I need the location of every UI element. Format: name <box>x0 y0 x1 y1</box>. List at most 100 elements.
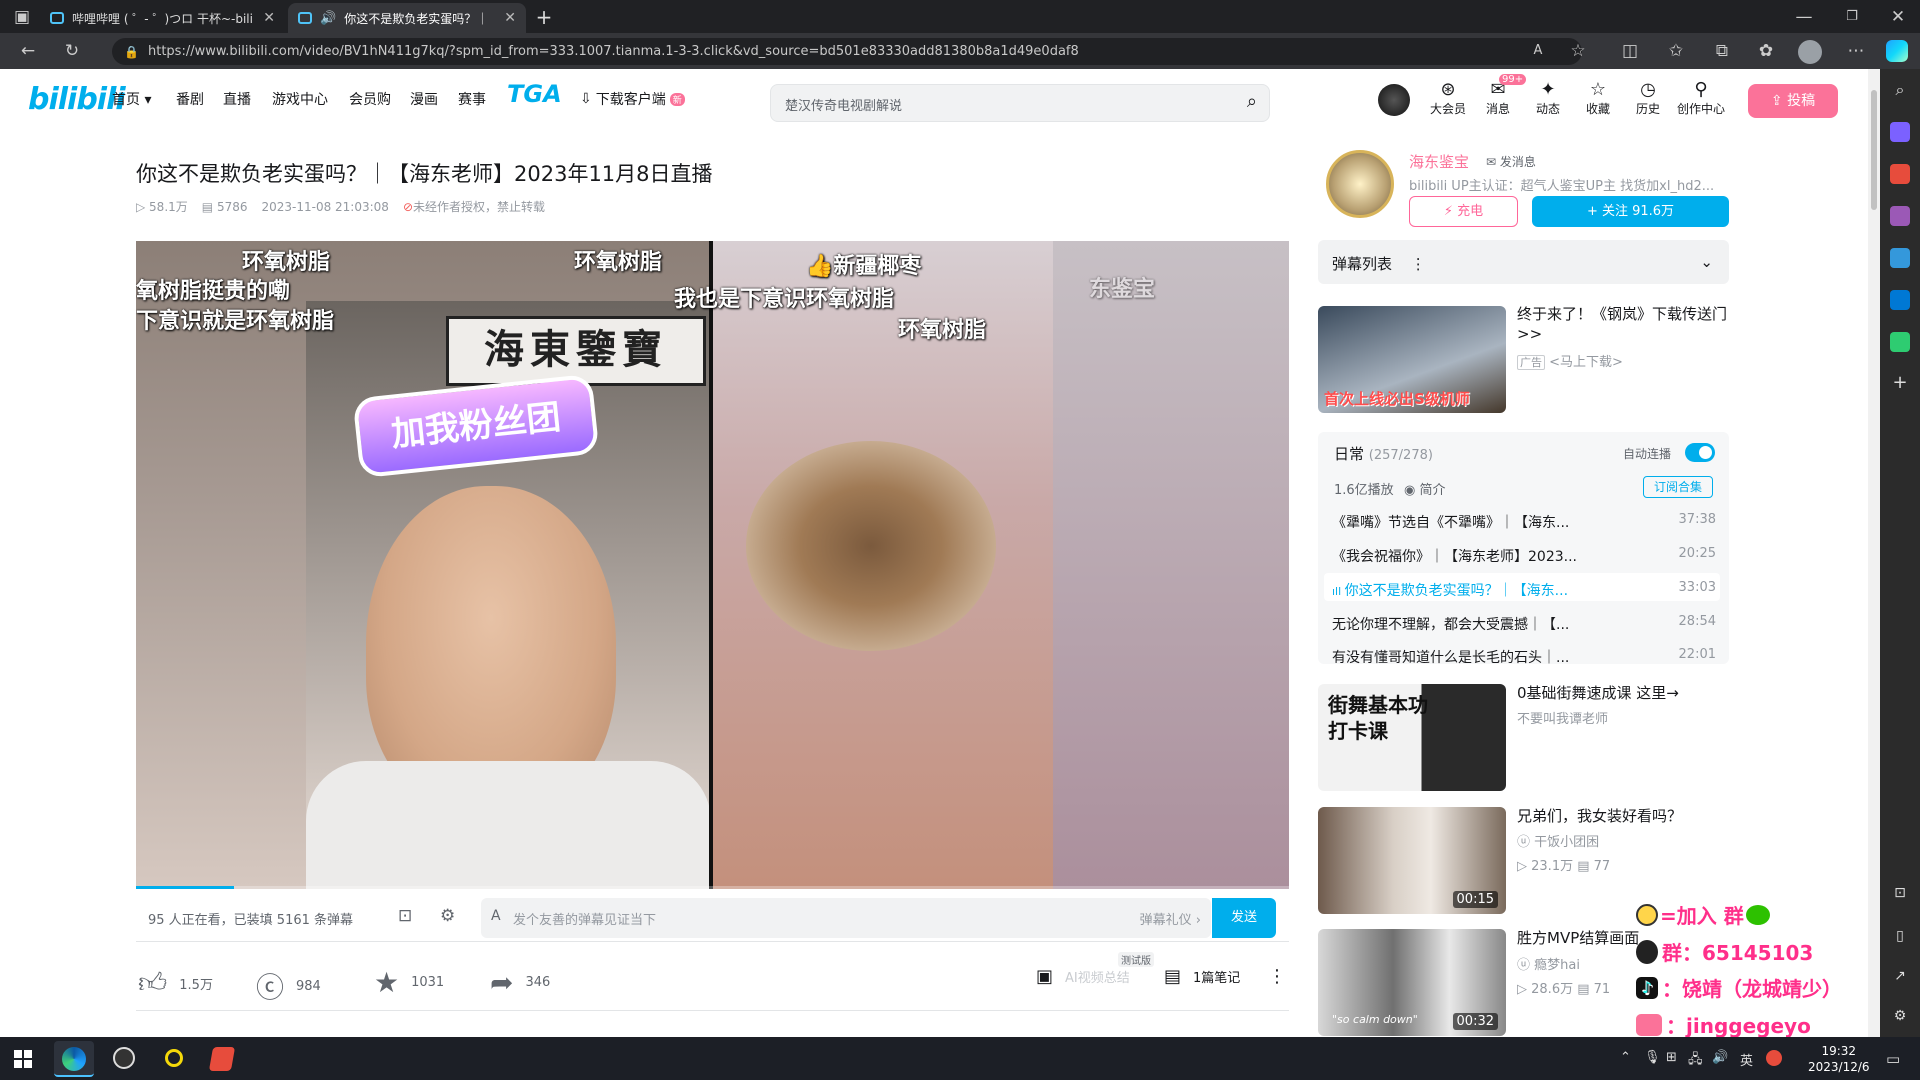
rec-title[interactable]: 兄弟们，我女装好看吗？ <box>1517 806 1732 826</box>
maximize-button[interactable]: ❐ <box>1838 3 1866 31</box>
download-client-link[interactable]: ⇩ 下载客户端 新 <box>580 89 685 109</box>
danmaku-list-toggle[interactable]: 弹幕列表 ⋮ ⌄ <box>1318 240 1729 284</box>
copilot-icon[interactable] <box>1886 40 1908 62</box>
font-style-icon[interactable]: A <box>491 908 501 924</box>
sidebar-app-icon[interactable] <box>1890 122 1910 142</box>
favorite-star-icon[interactable]: ☆ <box>1564 37 1592 65</box>
charge-button[interactable]: ⚡ 充电 <box>1409 196 1518 227</box>
rec-title[interactable]: 0基础街舞速成课 这里→ <box>1517 683 1732 703</box>
page-scrollbar[interactable] <box>1868 69 1880 1037</box>
taskbar-app[interactable] <box>154 1041 194 1077</box>
coin-button[interactable]: ⓒ 984 <box>256 966 321 1006</box>
tab-bilibili-home[interactable]: 哔哩哔哩 ( ゜- ゜)つロ 干杯~-bilili ✕ <box>40 3 285 33</box>
screenshot-icon[interactable]: ⊡ <box>1890 885 1910 905</box>
hide-sidebar-icon[interactable]: ▯ <box>1890 928 1910 948</box>
ime-indicator[interactable]: 英 <box>1740 1050 1753 1069</box>
settings-gear-icon[interactable]: ⚙ <box>1890 1008 1910 1028</box>
collections-icon[interactable]: ⧉ <box>1708 37 1736 65</box>
header-history[interactable]: ◷ 历史 <box>1623 80 1673 117</box>
url-field[interactable]: 🔒 https://www.bilibili.com/video/BV1hN41… <box>112 38 1582 65</box>
minimize-button[interactable]: — <box>1790 3 1818 31</box>
close-window-button[interactable]: ✕ <box>1884 3 1912 31</box>
notes-button[interactable]: ▤ 1篇笔记 <box>1164 966 1240 987</box>
drop-icon[interactable] <box>1890 332 1910 352</box>
new-tab-button[interactable]: + <box>530 3 558 31</box>
favorites-icon[interactable]: ✩ <box>1662 37 1690 65</box>
more-menu-icon[interactable]: ⋯ <box>1842 37 1870 65</box>
danmaku-etiquette-link[interactable]: 弹幕礼仪 › <box>1140 909 1201 928</box>
danmaku-input[interactable]: A 发个友善的弹幕见证当下 弹幕礼仪 › <box>481 898 1211 938</box>
danmaku-toggle-icon[interactable]: ⊡ <box>398 906 412 926</box>
rec-uploader[interactable]: ⓤ 瘾梦hai <box>1517 954 1580 973</box>
danmaku-settings-icon[interactable]: ⚙ <box>440 906 455 926</box>
close-tab-icon[interactable]: ✕ <box>263 10 275 26</box>
games-icon[interactable] <box>1890 206 1910 226</box>
series-item[interactable]: 有没有懂哥知道什么是长毛的石头｜... 22:01 <box>1332 647 1720 667</box>
video-player[interactable]: 海東鑒寶 加我粉丝团 环氧树脂 氧树脂挺贵的嘞 下意识就是环氧树脂 环氧树脂 👍… <box>136 241 1289 889</box>
volume-icon[interactable]: 🔊 <box>1712 1050 1728 1065</box>
rec-uploader[interactable]: 不要叫我谭老师 <box>1517 708 1608 727</box>
read-aloud-icon[interactable]: A <box>1524 37 1552 65</box>
header-message[interactable]: ✉ 消息 99+ <box>1473 74 1527 117</box>
nav-home[interactable]: 首页 ▾ <box>112 89 151 109</box>
tray-overflow-icon[interactable]: ⌃ <box>1620 1050 1631 1065</box>
profile-avatar[interactable] <box>1798 40 1822 64</box>
send-danmaku-button[interactable]: 发送 <box>1212 898 1276 938</box>
back-icon[interactable]: ← <box>14 37 42 65</box>
tab-actions-icon[interactable]: ▣ <box>8 3 36 31</box>
more-actions-icon[interactable]: ⋮ <box>1268 966 1286 987</box>
follow-button[interactable]: + 关注 91.6万 <box>1532 196 1729 227</box>
header-vip[interactable]: ⊛ 大会员 <box>1423 80 1473 117</box>
search-input[interactable]: 楚汉传奇电视剧解说 ⌕ <box>770 84 1270 122</box>
subscribe-series-button[interactable]: 订阅合集 <box>1643 476 1713 498</box>
series-title[interactable]: 日常 (257/278) <box>1334 443 1433 464</box>
header-dynamic[interactable]: ✦ 动态 <box>1523 80 1573 117</box>
series-item-current[interactable]: ıll 你这不是欺负老实蛋吗？｜【海东... 33:03 <box>1332 580 1720 600</box>
header-creator-center[interactable]: ⚲ 创作中心 <box>1673 80 1729 117</box>
ad-title[interactable]: 终于来了！《钢岚》下载传送门>> <box>1517 304 1732 344</box>
taskbar-obs[interactable] <box>104 1041 144 1077</box>
speaker-icon[interactable]: 🔊 <box>320 11 336 26</box>
series-item[interactable]: 无论你理不理解，都会大受震撼｜【... 28:54 <box>1332 614 1720 634</box>
rec-thumbnail[interactable]: 00:15 <box>1318 807 1506 914</box>
taskbar-app[interactable] <box>202 1041 242 1077</box>
upload-button[interactable]: ⇪ 投稿 <box>1748 84 1838 118</box>
like-button[interactable]: 👍︎ 1.5万 <box>138 966 213 1000</box>
m365-icon[interactable] <box>1890 248 1910 268</box>
user-avatar[interactable] <box>1378 84 1410 116</box>
progress-bar[interactable] <box>136 886 1289 889</box>
rec-thumbnail[interactable]: "so calm down" 00:32 <box>1318 929 1506 1036</box>
bilibili-logo[interactable]: bilibili <box>28 82 126 117</box>
tray-app-icon[interactable]: ⊞ <box>1666 1050 1677 1065</box>
extensions-icon[interactable]: ✿ <box>1752 37 1780 65</box>
nav-shop[interactable]: 会员购 <box>349 89 391 109</box>
more-vertical-icon[interactable]: ⋮ <box>1411 255 1426 273</box>
nav-anime[interactable]: 番剧 <box>176 89 204 109</box>
rec-thumbnail[interactable]: 街舞基本功打卡课 <box>1318 684 1506 791</box>
split-screen-icon[interactable]: ◫ <box>1616 37 1644 65</box>
rec-uploader[interactable]: ⓤ 干饭小团困 <box>1517 831 1599 850</box>
search-icon[interactable]: ⌕ <box>1247 91 1257 112</box>
ai-summary-button[interactable]: ▣ AI视频总结 <box>1036 966 1130 987</box>
share-button[interactable]: ➦ 346 <box>490 966 550 999</box>
network-icon[interactable]: 🖧 <box>1688 1050 1703 1072</box>
tab-current-video[interactable]: 🔊 你这不是欺负老实蛋吗？｜ ✕ <box>288 3 526 33</box>
send-message-link[interactable]: ✉ 发消息 <box>1486 153 1536 170</box>
ad-thumbnail[interactable]: 首次上线必出S级机师 <box>1318 306 1506 413</box>
series-intro-link[interactable]: ◉ 简介 <box>1404 479 1446 498</box>
nav-game-center[interactable]: 游戏中心 <box>272 89 328 109</box>
search-icon[interactable]: ⌕ <box>1890 80 1910 100</box>
series-item[interactable]: 《我会祝福你》｜【海东老师】2023... 20:25 <box>1332 546 1720 566</box>
nav-live[interactable]: 直播 <box>223 89 251 109</box>
toolbox-icon[interactable] <box>1890 164 1910 184</box>
outlook-icon[interactable] <box>1890 290 1910 310</box>
microphone-icon[interactable]: 🎙 <box>1644 1050 1661 1065</box>
ad-subline[interactable]: 广告 <马上下载> <box>1517 351 1623 370</box>
favorite-button[interactable]: ★ 1031 <box>374 966 444 999</box>
refresh-icon[interactable]: ↻ <box>58 37 86 65</box>
uploader-name[interactable]: 海东鉴宝 <box>1409 151 1469 172</box>
series-item[interactable]: 《犟嘴》节选自《不犟嘴》｜【海东... 37:38 <box>1332 512 1720 532</box>
add-sidebar-app-icon[interactable]: + <box>1890 372 1910 393</box>
taskbar-edge[interactable] <box>54 1041 94 1077</box>
windows-start-icon[interactable] <box>14 1050 32 1068</box>
